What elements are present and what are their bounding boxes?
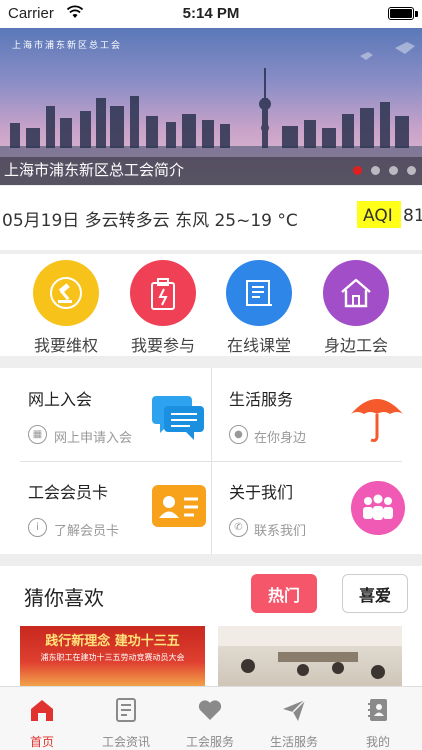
service-subtitle: 网上申请入会: [54, 431, 133, 446]
group-icon: [351, 481, 405, 535]
service-life[interactable]: 生活服务 ● 在你身边: [211, 368, 422, 461]
tab-label: 生活服务: [269, 735, 318, 749]
quick-action-classroom[interactable]: 在线课堂: [209, 260, 309, 356]
quick-action-rights[interactable]: 我要维权: [16, 260, 116, 356]
recommendations-section: 猜你喜欢 热门 喜爱 践行新理念 建功十三五 浦东职工在建功十三五劳动竞赛动员大…: [0, 566, 422, 686]
tab-bar: 首页 工会资讯 工会服务 生活服务 我的: [0, 686, 422, 750]
quick-action-label: 我要参与: [130, 336, 195, 355]
tab-label: 工会资讯: [101, 735, 150, 749]
status-bar: Carrier 5:14 PM: [0, 0, 422, 28]
service-join-online[interactable]: 网上入会 ▦ 网上申请入会: [0, 368, 211, 461]
tab-label: 我的: [365, 735, 390, 749]
weather-strip: 05月19日 多云转多云 东风 25~19 °C AQI 81: [0, 185, 422, 250]
section-gap: [0, 356, 422, 368]
service-title: 生活服务: [229, 390, 294, 409]
id-card-icon: [152, 485, 206, 527]
hot-filter-button[interactable]: 热门: [251, 574, 317, 613]
thumbnail-subtitle: 浦东职工在建功十三五劳动竞赛动员大会: [40, 653, 185, 662]
carousel-dot[interactable]: [371, 166, 380, 175]
home-icon: [31, 700, 53, 721]
section-title: 猜你喜欢: [24, 586, 104, 610]
service-subtitle: 联系我们: [254, 524, 307, 539]
banner-org-name: 上海市浦东新区总工会: [12, 41, 123, 51]
article-thumbnail[interactable]: 践行新理念 建功十三五 浦东职工在建功十三五劳动竞赛动员大会: [20, 626, 205, 686]
grid-icon: ▦: [28, 425, 47, 444]
quick-actions: 我要维权 我要参与 在线课堂 身边工会: [0, 254, 422, 356]
article-thumbnail[interactable]: [218, 626, 402, 686]
banner-carousel[interactable]: 上海市浦东新区总工会 上海市浦东新区总工会简介: [0, 28, 422, 185]
service-title: 关于我们: [229, 483, 294, 502]
chat-bubbles-icon: [152, 396, 204, 440]
service-about-us[interactable]: 关于我们 ✆ 联系我们: [211, 461, 422, 554]
banner-caption[interactable]: 上海市浦东新区总工会简介: [4, 159, 184, 180]
service-title: 工会会员卡: [28, 483, 109, 502]
tab-label: 工会服务: [185, 735, 234, 749]
service-subtitle: 了解会员卡: [54, 524, 120, 539]
service-title: 网上入会: [28, 390, 93, 409]
thumbnail-headline: 践行新理念 建功十三五: [45, 634, 180, 649]
document-icon: [226, 260, 292, 326]
carousel-dot[interactable]: [389, 166, 398, 175]
tab-label: 首页: [29, 735, 54, 749]
tab-home[interactable]: 首页: [0, 687, 84, 750]
gavel-icon: [33, 260, 99, 326]
battery-icon: [388, 7, 414, 20]
aqi-value: 81: [403, 206, 422, 226]
umbrella-icon: [351, 399, 403, 442]
services-grid: 网上入会 ▦ 网上申请入会 生活服务 ● 在你身边 工会会员卡 i 了解会员卡: [0, 368, 422, 554]
quick-action-label: 我要维权: [33, 336, 98, 355]
paper-plane-icon: [283, 699, 306, 721]
quick-action-nearby[interactable]: 身边工会: [306, 260, 406, 356]
phone-icon: ✆: [229, 518, 248, 537]
quick-action-label: 身边工会: [323, 336, 388, 355]
tab-union-services[interactable]: 工会服务: [168, 687, 252, 750]
heart-icon: [198, 700, 222, 720]
meeting-photo: [218, 626, 402, 679]
news-icon: [116, 698, 136, 722]
location-pin-icon: ●: [229, 425, 248, 444]
tab-life-services[interactable]: 生活服务: [252, 687, 336, 750]
house-icon: [323, 260, 389, 326]
weather-text: 05月19日 多云转多云 东风 25~19 °C: [2, 211, 298, 231]
tab-news[interactable]: 工会资讯: [84, 687, 168, 750]
favorite-filter-button[interactable]: 喜爱: [342, 574, 408, 613]
service-subtitle: 在你身边: [254, 431, 307, 446]
carousel-dots: [353, 166, 416, 175]
section-gap: [0, 554, 422, 566]
tab-profile[interactable]: 我的: [336, 687, 420, 750]
contacts-icon: [368, 699, 387, 721]
carousel-dot[interactable]: [353, 166, 362, 175]
info-icon: i: [28, 518, 47, 537]
form-icon: [130, 260, 196, 326]
clock: 5:14 PM: [182, 5, 240, 22]
carousel-dot[interactable]: [407, 166, 416, 175]
aqi-label: AQI: [363, 206, 393, 226]
service-member-card[interactable]: 工会会员卡 i 了解会员卡: [0, 461, 211, 554]
quick-action-label: 在线课堂: [226, 336, 291, 355]
quick-action-join[interactable]: 我要参与: [113, 260, 213, 356]
